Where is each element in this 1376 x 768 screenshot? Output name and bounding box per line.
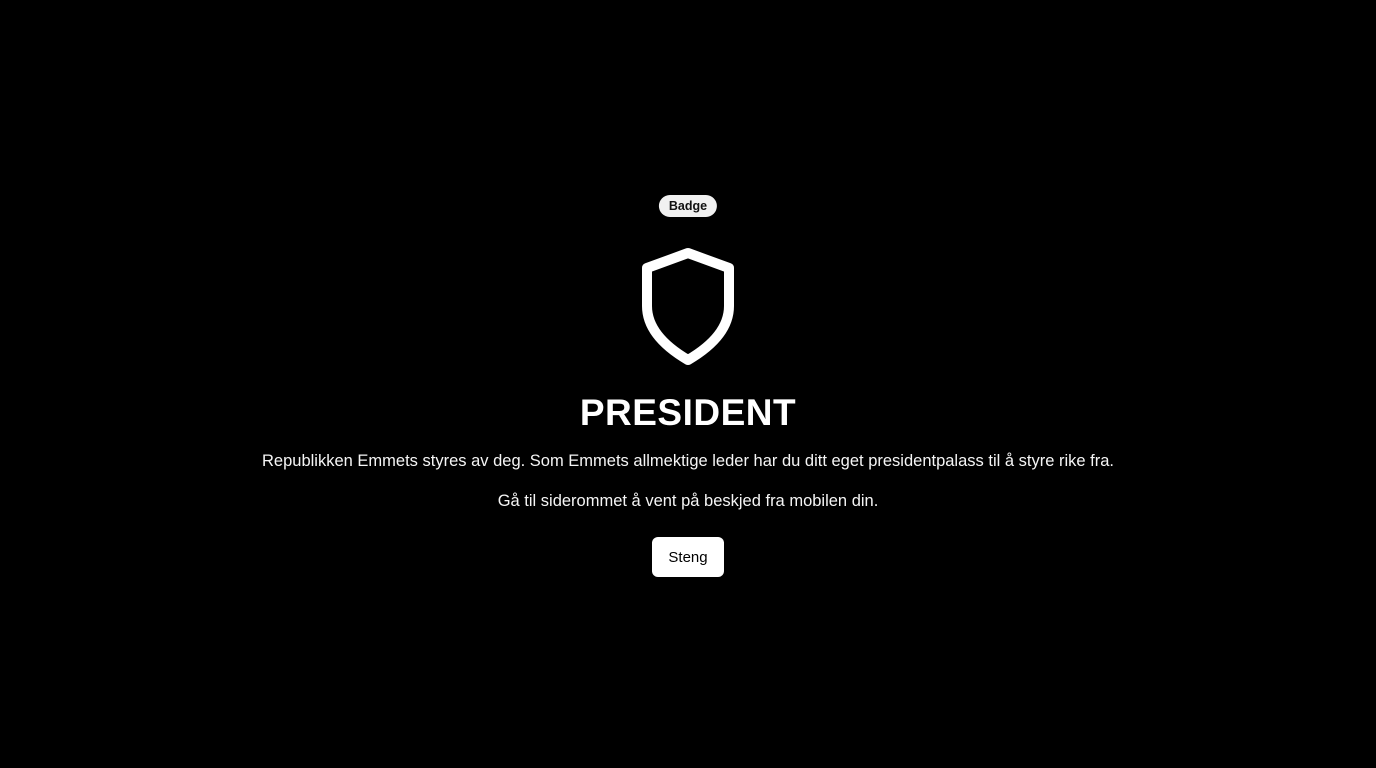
- badge-label: Badge: [658, 195, 718, 217]
- role-reveal-screen: Badge PRESIDENT Republikken Emmets styre…: [0, 0, 1376, 768]
- close-button[interactable]: Steng: [652, 537, 724, 577]
- role-title: PRESIDENT: [579, 392, 797, 433]
- shield-icon: [638, 244, 738, 366]
- role-instruction: Gå til siderommet å vent på beskjed fra …: [497, 492, 879, 510]
- role-description: Republikken Emmets styres av deg. Som Em…: [262, 452, 1114, 470]
